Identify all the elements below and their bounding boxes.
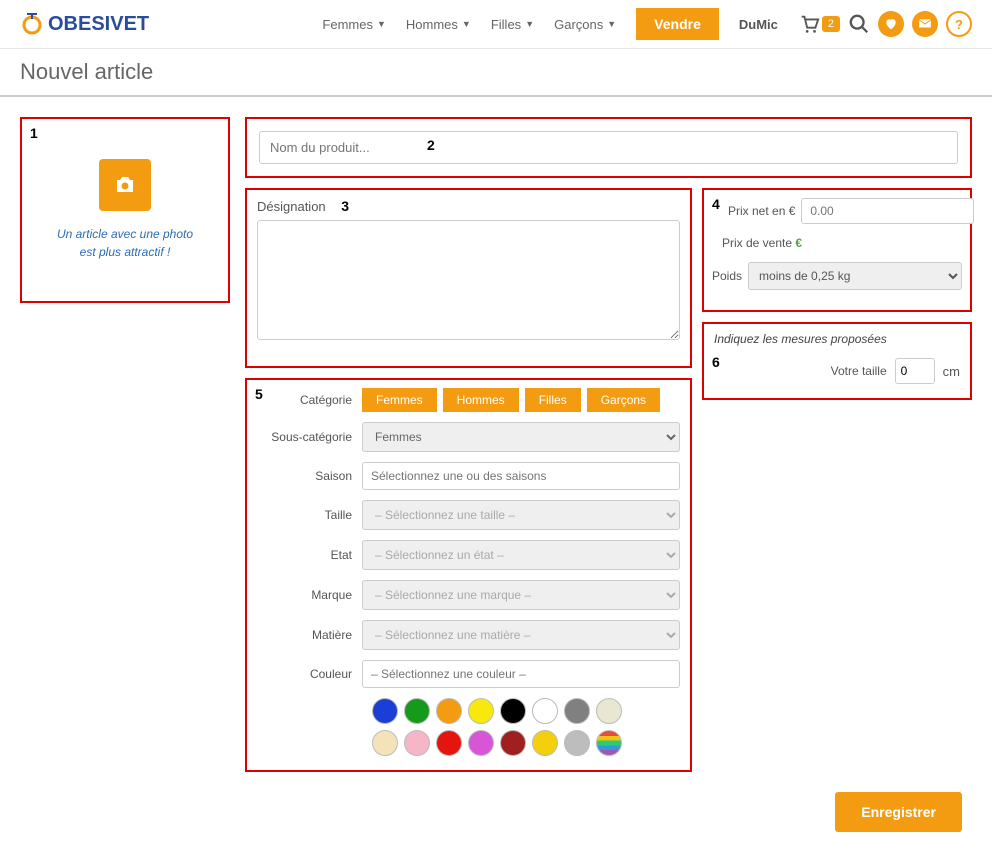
cart-count: 2	[822, 16, 840, 32]
cat-hommes-button[interactable]: Hommes	[443, 388, 519, 412]
color-swatch[interactable]	[532, 730, 558, 756]
label-saison: Saison	[257, 469, 362, 483]
label-categorie: Catégorie	[257, 393, 362, 407]
sell-button[interactable]: Vendre	[636, 8, 719, 40]
label-matiere: Matière	[257, 628, 362, 642]
cat-femmes-button[interactable]: Femmes	[362, 388, 437, 412]
panel-number: 1	[30, 125, 38, 141]
panel-number: 3	[341, 198, 349, 214]
weight-select[interactable]: moins de 0,25 kg	[748, 262, 962, 290]
cat-garcons-button[interactable]: Garçons	[587, 388, 660, 412]
nav-femmes[interactable]: Femmes▼	[322, 17, 385, 32]
size-label: Votre taille	[831, 364, 887, 378]
name-panel: 2	[245, 117, 972, 178]
description-label: Désignation	[257, 199, 326, 214]
description-panel: Désignation 3	[245, 188, 692, 368]
color-swatch[interactable]	[436, 698, 462, 724]
matiere-select[interactable]: – Sélectionnez une matière –	[362, 620, 680, 650]
cart-button[interactable]: 2	[798, 13, 840, 35]
logo-icon	[20, 12, 44, 36]
color-swatch[interactable]	[564, 730, 590, 756]
euro-icon: €	[795, 236, 802, 250]
logo[interactable]: OBESIVET	[20, 12, 149, 36]
sous-categorie-select[interactable]: Femmes	[362, 422, 680, 452]
panel-number: 4	[712, 196, 720, 212]
nav: Femmes▼ Hommes▼ Filles▼ Garçons▼	[322, 17, 616, 32]
color-swatch[interactable]	[596, 730, 622, 756]
price-panel: 4 Prix net en € Prix de vente € Poids mo…	[702, 188, 972, 312]
header: OBESIVET Femmes▼ Hommes▼ Filles▼ Garçons…	[0, 0, 992, 49]
taille-select[interactable]: – Sélectionnez une taille –	[362, 500, 680, 530]
help-icon[interactable]: ?	[946, 11, 972, 37]
color-swatch[interactable]	[372, 730, 398, 756]
etat-select[interactable]: – Sélectionnez un état –	[362, 540, 680, 570]
cart-icon	[798, 13, 820, 35]
panel-number: 5	[255, 386, 263, 402]
photo-hint: Un article avec une photo est plus attra…	[57, 225, 193, 261]
logo-text: OBESIVET	[48, 13, 149, 36]
color-swatch[interactable]	[468, 730, 494, 756]
sale-price-row: Prix de vente €	[712, 236, 962, 250]
marque-select[interactable]: – Sélectionnez une marque –	[362, 580, 680, 610]
search-icon[interactable]	[848, 13, 870, 35]
color-swatch[interactable]	[564, 698, 590, 724]
content: 1 Un article avec une photo est plus att…	[0, 97, 992, 792]
couleur-input[interactable]	[362, 660, 680, 688]
messages-icon[interactable]	[912, 11, 938, 37]
measures-panel: Indiquez les mesures proposées 6 Votre t…	[702, 322, 972, 400]
color-swatch[interactable]	[532, 698, 558, 724]
label-marque: Marque	[257, 588, 362, 602]
label-couleur: Couleur	[257, 667, 362, 681]
product-name-input[interactable]	[259, 131, 958, 164]
color-swatch[interactable]	[404, 698, 430, 724]
add-photo-button[interactable]	[99, 159, 151, 211]
page-title: Nouvel article	[0, 49, 992, 97]
nav-hommes[interactable]: Hommes▼	[406, 17, 471, 32]
label-etat: Etat	[257, 548, 362, 562]
user-name[interactable]: DuMic	[739, 17, 778, 32]
label-taille: Taille	[257, 508, 362, 522]
chevron-down-icon: ▼	[525, 19, 534, 29]
color-swatch[interactable]	[596, 698, 622, 724]
chevron-down-icon: ▼	[462, 19, 471, 29]
weight-label: Poids	[712, 269, 742, 283]
color-swatches	[257, 698, 637, 756]
cat-filles-button[interactable]: Filles	[525, 388, 581, 412]
chevron-down-icon: ▼	[377, 19, 386, 29]
camera-icon	[113, 173, 137, 197]
chevron-down-icon: ▼	[607, 19, 616, 29]
save-button[interactable]: Enregistrer	[835, 792, 962, 832]
color-swatch[interactable]	[468, 698, 494, 724]
favorites-icon[interactable]	[878, 11, 904, 37]
size-input[interactable]	[895, 358, 935, 384]
size-unit: cm	[943, 364, 960, 379]
color-swatch[interactable]	[436, 730, 462, 756]
header-icons: 2 ?	[798, 11, 972, 37]
color-swatch[interactable]	[372, 698, 398, 724]
color-swatch[interactable]	[404, 730, 430, 756]
photo-panel: 1 Un article avec une photo est plus att…	[20, 117, 230, 303]
nav-filles[interactable]: Filles▼	[491, 17, 534, 32]
nav-garcons[interactable]: Garçons▼	[554, 17, 616, 32]
measures-title: Indiquez les mesures proposées	[714, 332, 960, 346]
color-swatch[interactable]	[500, 698, 526, 724]
price-label: Prix net en €	[728, 204, 795, 218]
color-swatch[interactable]	[500, 730, 526, 756]
panel-number: 6	[712, 354, 720, 370]
saison-input[interactable]	[362, 462, 680, 490]
price-input[interactable]	[801, 198, 974, 224]
panel-number: 2	[427, 137, 435, 153]
description-textarea[interactable]	[257, 220, 680, 340]
label-sous-categorie: Sous-catégorie	[257, 430, 362, 444]
